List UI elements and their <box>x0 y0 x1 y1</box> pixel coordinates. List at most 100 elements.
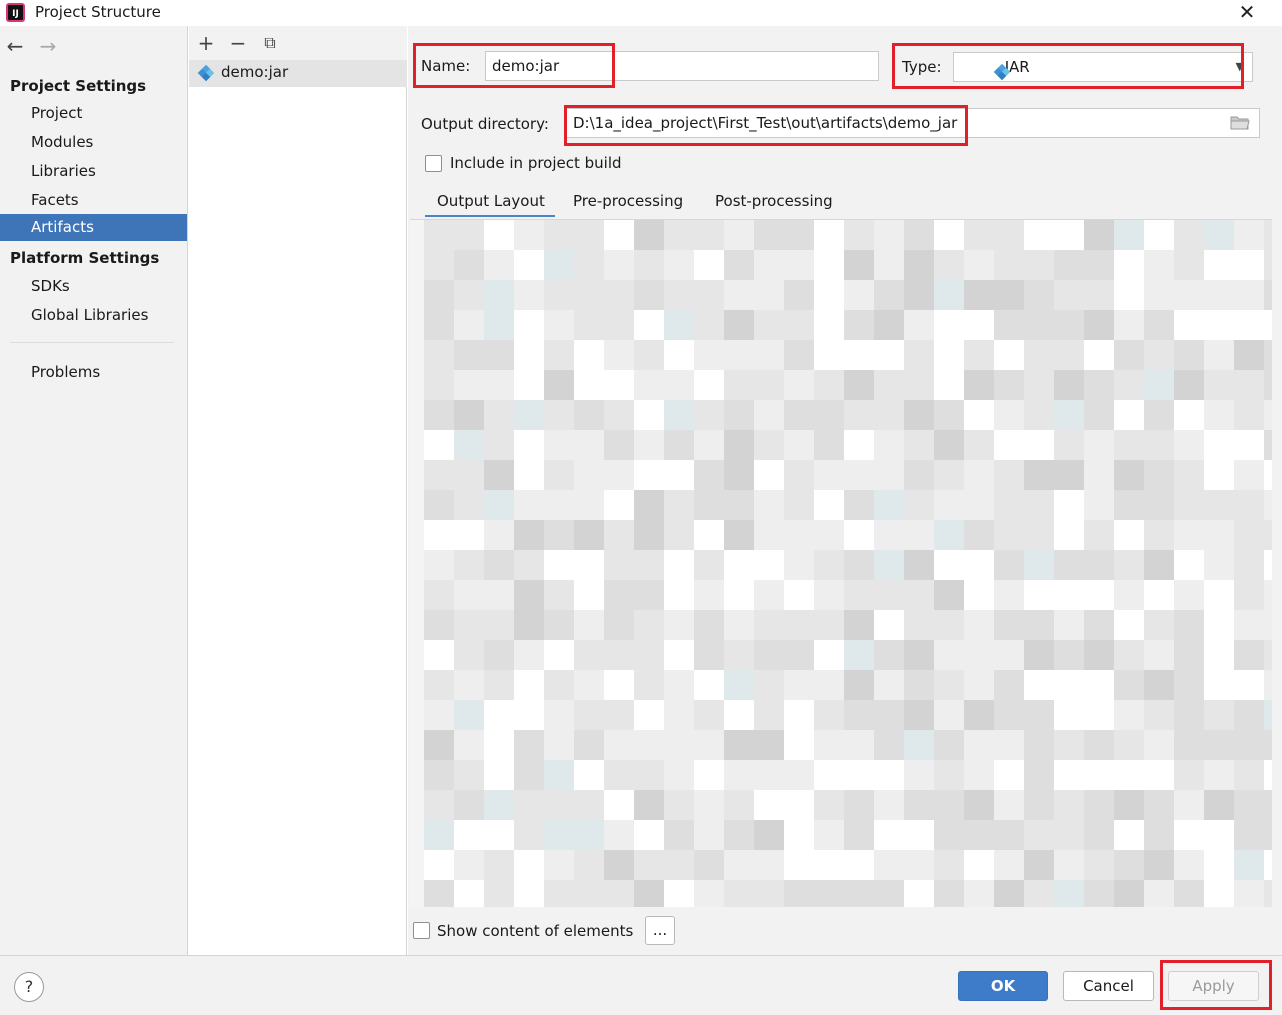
help-icon[interactable]: ? <box>14 972 44 1002</box>
mosaic-cell <box>934 280 964 310</box>
mosaic-cell <box>634 520 664 550</box>
mosaic-cell <box>1264 520 1272 550</box>
show-content-checkbox[interactable] <box>413 922 430 939</box>
mosaic-cell <box>514 520 544 550</box>
output-layout-tree[interactable] <box>410 219 1272 907</box>
sidebar-item-facets[interactable]: Facets <box>0 187 187 214</box>
mosaic-cell <box>1204 880 1234 907</box>
mosaic-cell <box>604 640 634 670</box>
mosaic-cell <box>424 850 454 880</box>
mosaic-cell <box>424 370 454 400</box>
mosaic-cell <box>454 640 484 670</box>
mosaic-cell <box>454 430 484 460</box>
mosaic-cell <box>634 250 664 280</box>
mosaic-cell <box>1264 640 1272 670</box>
name-field[interactable]: demo:jar <box>485 51 879 81</box>
mosaic-cell <box>1264 790 1272 820</box>
jar-type-icon <box>993 63 1011 81</box>
mosaic-cell <box>694 220 724 250</box>
mosaic-cell <box>1204 730 1234 760</box>
mosaic-cell <box>814 730 844 760</box>
back-arrow-icon[interactable]: ← <box>4 36 26 56</box>
mosaic-cell <box>454 790 484 820</box>
mosaic-cell <box>934 220 964 250</box>
mosaic-cell <box>484 700 514 730</box>
mosaic-cell <box>484 220 514 250</box>
type-select[interactable]: JAR ▼ <box>953 52 1253 82</box>
mosaic-cell <box>934 820 964 850</box>
mosaic-cell <box>904 580 934 610</box>
tab-pre-processing[interactable]: Pre-processing <box>573 192 683 210</box>
mosaic-cell <box>424 400 454 430</box>
mosaic-cell <box>724 340 754 370</box>
mosaic-cell <box>724 580 754 610</box>
mosaic-cell <box>544 820 574 850</box>
mosaic-cell <box>544 790 574 820</box>
mosaic-cell <box>784 640 814 670</box>
mosaic-cell <box>574 850 604 880</box>
mosaic-cell <box>934 520 964 550</box>
mosaic-cell <box>424 340 454 370</box>
ok-button[interactable]: OK <box>958 971 1048 1001</box>
folder-browse-icon[interactable] <box>1230 114 1250 130</box>
mosaic-cell <box>1264 880 1272 907</box>
mosaic-cell <box>514 820 544 850</box>
mosaic-cell <box>784 340 814 370</box>
mosaic-cell <box>544 460 574 490</box>
sidebar-item-sdks[interactable]: SDKs <box>0 273 187 300</box>
ellipsis-button[interactable]: ... <box>645 916 675 945</box>
mosaic-cell <box>844 550 874 580</box>
sidebar-item-global-libraries[interactable]: Global Libraries <box>0 302 187 329</box>
mosaic-cell <box>454 670 484 700</box>
mosaic-cell <box>844 520 874 550</box>
forward-arrow-icon[interactable]: → <box>37 36 59 56</box>
mosaic-cell <box>994 490 1024 520</box>
mosaic-cell <box>484 250 514 280</box>
sidebar-item-libraries[interactable]: Libraries <box>0 158 187 185</box>
mosaic-cell <box>544 610 574 640</box>
mosaic-cell <box>994 310 1024 340</box>
mosaic-cell <box>1204 850 1234 880</box>
mosaic-cell <box>724 880 754 907</box>
mosaic-cell <box>454 250 484 280</box>
mosaic-cell <box>874 520 904 550</box>
mosaic-cell <box>424 430 454 460</box>
apply-button[interactable]: Apply <box>1168 971 1259 1001</box>
mosaic-cell <box>784 490 814 520</box>
output-directory-field[interactable]: D:\1a_idea_project\First_Test\out\artifa… <box>566 108 1260 138</box>
artifacts-list-panel: + − ⧉ demo:jar <box>189 26 407 955</box>
cancel-button[interactable]: Cancel <box>1063 971 1154 1001</box>
add-icon[interactable]: + <box>195 32 217 54</box>
mosaic-cell <box>874 640 904 670</box>
mosaic-cell <box>754 550 784 580</box>
copy-icon[interactable]: ⧉ <box>259 32 281 54</box>
remove-icon[interactable]: − <box>227 32 249 54</box>
mosaic-cell <box>934 340 964 370</box>
sidebar-item-artifacts[interactable]: Artifacts <box>0 214 187 241</box>
mosaic-cell <box>964 610 994 640</box>
tab-post-processing[interactable]: Post-processing <box>715 192 833 210</box>
sidebar-item-project[interactable]: Project <box>0 100 187 127</box>
mosaic-cell <box>1114 370 1144 400</box>
mosaic-cell <box>694 370 724 400</box>
mosaic-cell <box>934 790 964 820</box>
close-icon[interactable]: ✕ <box>1234 0 1260 24</box>
mosaic-cell <box>904 640 934 670</box>
mosaic-cell <box>964 430 994 460</box>
mosaic-cell <box>664 760 694 790</box>
mosaic-cell <box>544 310 574 340</box>
mosaic-cell <box>904 400 934 430</box>
list-item-artifact[interactable]: demo:jar <box>189 60 407 87</box>
tab-output-layout[interactable]: Output Layout <box>437 192 545 210</box>
mosaic-cell <box>874 250 904 280</box>
mosaic-cell <box>454 610 484 640</box>
mosaic-cell <box>1144 730 1174 760</box>
mosaic-cell <box>634 880 664 907</box>
mosaic-cell <box>664 220 694 250</box>
mosaic-cell <box>484 520 514 550</box>
mosaic-cell <box>1264 400 1272 430</box>
sidebar-item-modules[interactable]: Modules <box>0 129 187 156</box>
sidebar-item-problems[interactable]: Problems <box>0 359 187 386</box>
include-in-build-checkbox[interactable] <box>425 155 442 172</box>
mosaic-cell <box>574 250 604 280</box>
